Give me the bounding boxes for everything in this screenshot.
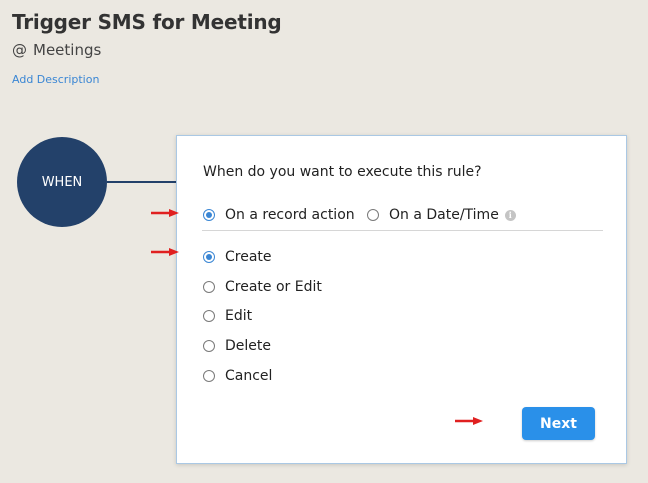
radio-edit[interactable]: [203, 310, 215, 322]
action-option-delete[interactable]: Delete: [203, 338, 271, 354]
next-button[interactable]: Next: [522, 407, 595, 440]
when-node[interactable]: WHEN: [17, 137, 107, 227]
page-title: Trigger SMS for Meeting: [12, 10, 282, 34]
action-option-edit[interactable]: Edit: [203, 308, 252, 324]
module-label: @ Meetings: [12, 41, 101, 59]
section-divider: [202, 230, 603, 231]
radio-date-time[interactable]: [367, 209, 379, 221]
action-option-cancel[interactable]: Cancel: [203, 368, 272, 384]
annotation-arrow-icon: [455, 417, 483, 425]
action-option-label: Edit: [225, 308, 253, 324]
annotation-arrow-icon: [151, 248, 179, 256]
radio-delete[interactable]: [203, 340, 215, 352]
flow-connector: [107, 181, 177, 183]
rule-trigger-panel: When do you want to execute this rule? O…: [176, 135, 627, 464]
radio-create[interactable]: [203, 251, 215, 263]
trigger-option-record-action[interactable]: On a record action: [203, 207, 355, 223]
trigger-option-label: On a record action: [225, 207, 355, 223]
annotation-arrow-icon: [151, 209, 179, 217]
action-option-label: Create: [225, 249, 272, 265]
radio-record-action[interactable]: [203, 209, 215, 221]
action-option-label: Delete: [225, 338, 271, 354]
module-name: Meetings: [33, 41, 102, 59]
action-option-create[interactable]: Create: [203, 249, 272, 265]
trigger-option-label: On a Date/Time: [389, 207, 499, 223]
when-label: WHEN: [41, 174, 83, 190]
action-option-create-or-edit[interactable]: Create or Edit: [203, 279, 322, 295]
radio-create-or-edit[interactable]: [203, 281, 215, 293]
info-icon[interactable]: i: [504, 209, 516, 221]
action-option-label: Create or Edit: [225, 279, 322, 295]
add-description-link[interactable]: Add Description: [12, 73, 99, 86]
radio-cancel[interactable]: [203, 370, 215, 382]
trigger-question: When do you want to execute this rule?: [203, 164, 482, 180]
at-symbol: @: [12, 41, 27, 59]
trigger-option-date-time[interactable]: On a Date/Time i: [367, 207, 516, 223]
action-option-label: Cancel: [225, 368, 273, 384]
